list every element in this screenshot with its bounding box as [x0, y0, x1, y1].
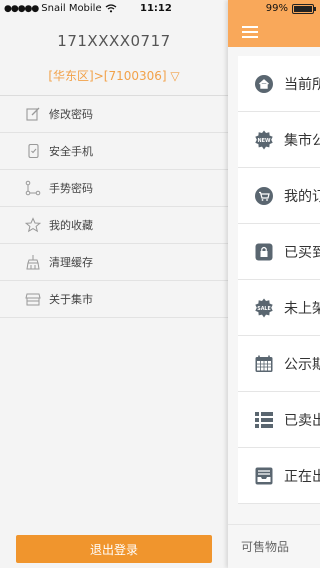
star-icon — [25, 217, 41, 233]
drawer-menu: 修改密码 安全手机 手势密码 我的收藏 清理缓存 关于集市 — [0, 96, 228, 318]
new-badge-icon: NEW — [254, 130, 274, 150]
nav-label: 当前所 — [284, 76, 320, 93]
menu-item-clear-cache[interactable]: 清理缓存 — [0, 244, 228, 281]
calendar-icon — [254, 354, 274, 374]
menu-item-change-password[interactable]: 修改密码 — [0, 96, 228, 133]
menu-item-gesture-password[interactable]: 手势密码 — [0, 170, 228, 207]
nav-label: 集市公 — [284, 132, 320, 149]
clock: 11:12 — [140, 3, 172, 14]
nav-item-not-listed[interactable]: SALE 未上架 — [238, 280, 320, 336]
phone-icon — [25, 143, 41, 159]
menu-item-favorites[interactable]: 我的收藏 — [0, 207, 228, 244]
home-icon — [254, 74, 274, 94]
menu-label: 我的收藏 — [49, 219, 93, 232]
region-selector[interactable]: [华东区]>[7100306] ▽ — [0, 67, 228, 84]
menu-item-security-phone[interactable]: 安全手机 — [0, 133, 228, 170]
battery-icon — [292, 3, 316, 14]
carrier-group: ●●●●● Snail Mobile — [4, 3, 117, 14]
nav-item-purchased[interactable]: 已买到 — [238, 224, 320, 280]
battery-group: 99% — [265, 3, 316, 14]
nav-label: 已卖出 — [284, 412, 320, 429]
lock-icon — [254, 242, 274, 262]
broom-icon — [25, 254, 41, 270]
menu-icon[interactable] — [242, 26, 258, 38]
nav-item-public-period[interactable]: 公示期 — [238, 336, 320, 392]
nav-label: 公示期 — [284, 356, 320, 373]
side-drawer: 171XXXX0717 [华东区]>[7100306] ▽ 修改密码 安全手机 … — [0, 0, 228, 568]
main-panel: 当前所 NEW 集市公 我的订 已买到 SALE 未上架 公示期 已卖出 正在出… — [228, 0, 320, 568]
nav-list: 当前所 NEW 集市公 我的订 已买到 SALE 未上架 公示期 已卖出 正在出 — [238, 56, 320, 504]
menu-label: 关于集市 — [49, 293, 93, 306]
edit-icon — [25, 106, 41, 122]
menu-label: 清理缓存 — [49, 256, 93, 269]
nav-item-market-notice[interactable]: NEW 集市公 — [238, 112, 320, 168]
cart-icon — [254, 186, 274, 206]
battery-percent: 99% — [265, 3, 288, 14]
nav-item-current[interactable]: 当前所 — [238, 56, 320, 112]
menu-label: 手势密码 — [49, 182, 93, 195]
nav-label: 正在出 — [284, 468, 320, 485]
svg-text:SALE: SALE — [257, 306, 271, 312]
carrier-name: Snail Mobile — [41, 3, 102, 14]
bottom-tab[interactable]: 可售物品 — [228, 524, 320, 568]
user-phone: 171XXXX0717 — [57, 32, 171, 50]
list-icon — [254, 410, 274, 430]
store-icon — [25, 291, 41, 307]
wifi-icon — [105, 4, 117, 13]
sale-badge-icon: SALE — [254, 298, 274, 318]
signal-icon: ●●●●● — [4, 3, 39, 14]
gesture-icon — [25, 180, 41, 196]
nav-item-sold[interactable]: 已卖出 — [238, 392, 320, 448]
logout-button[interactable]: 退出登录 — [16, 535, 212, 563]
inbox-icon — [254, 466, 274, 486]
nav-label: 已买到 — [284, 244, 320, 261]
menu-label: 修改密码 — [49, 108, 93, 121]
status-bar: ●●●●● Snail Mobile 11:12 99% — [0, 0, 320, 18]
nav-item-my-orders[interactable]: 我的订 — [238, 168, 320, 224]
menu-label: 安全手机 — [49, 145, 93, 158]
nav-label: 我的订 — [284, 188, 320, 205]
nav-item-selling[interactable]: 正在出 — [238, 448, 320, 504]
drawer-header: 171XXXX0717 [华东区]>[7100306] ▽ — [0, 18, 228, 96]
menu-item-about[interactable]: 关于集市 — [0, 281, 228, 318]
svg-text:NEW: NEW — [257, 138, 271, 144]
nav-label: 未上架 — [284, 300, 320, 317]
